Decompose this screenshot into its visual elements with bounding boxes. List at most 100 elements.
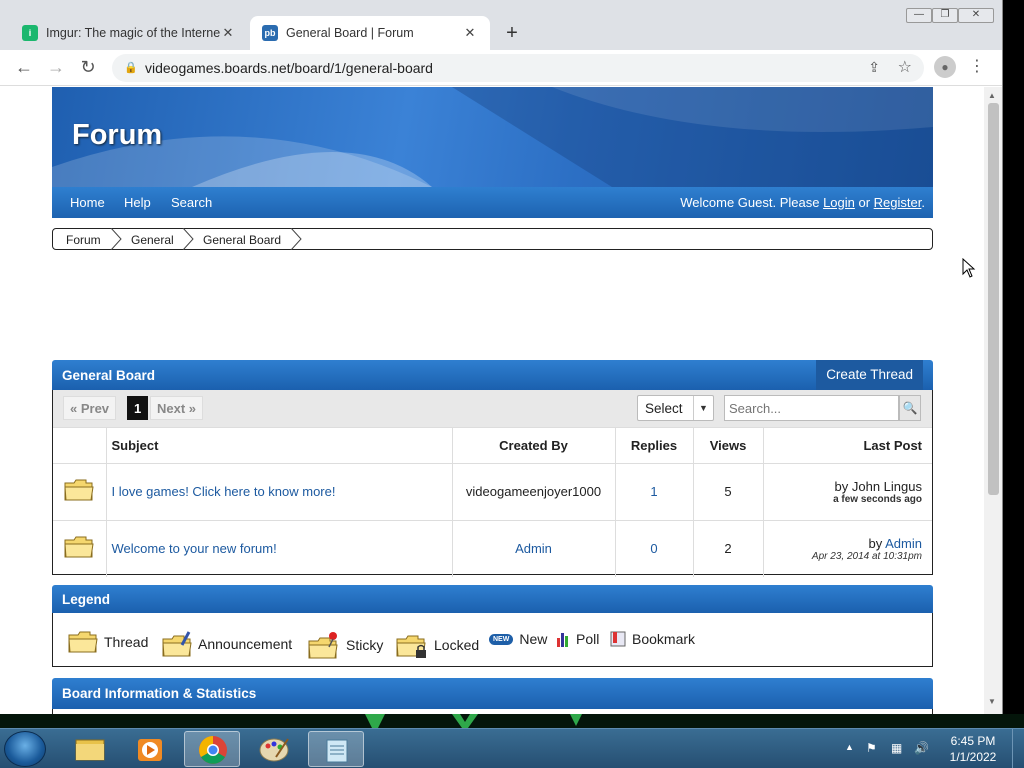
replies-cell: 1 [615,463,694,521]
new-tab-button[interactable]: + [500,22,524,46]
legend-item-locked: Locked [396,631,479,659]
start-button[interactable] [4,731,46,767]
browser-window: i Imgur: The magic of the Internet ✕ pb … [0,0,1003,714]
tab-strip: i Imgur: The magic of the Internet ✕ pb … [0,0,1002,50]
next-page-button[interactable]: Next » [150,396,204,420]
taskbar-media-player[interactable] [122,731,178,767]
taskbar-chrome[interactable] [184,731,240,767]
breadcrumb-general[interactable]: General [131,233,174,247]
board-container: « Prev 1 Next » Select ▼ 🔍 Subject Creat… [52,390,933,577]
breadcrumb-forum[interactable]: Forum [66,233,101,247]
welcome-or: or [854,195,874,210]
tab-general-board[interactable]: pb General Board | Forum ✕ [250,16,490,50]
select-value: Select [645,401,683,416]
breadcrumb-separator-icon [182,228,194,250]
legend-item-thread: Thread [68,631,148,653]
bookmark-icon [610,631,626,647]
scroll-thumb[interactable] [988,103,999,495]
notepad-icon [326,739,348,763]
browser-menu-icon[interactable]: ⋮ [969,56,985,76]
address-bar[interactable]: 🔒 videogames.boards.net/board/1/general-… [112,54,924,82]
breadcrumb-general-board[interactable]: General Board [203,233,281,247]
minimize-button[interactable]: — [906,8,932,23]
action-center-icon[interactable]: ⚑ [866,741,877,755]
show-hidden-icons-icon[interactable]: ▲ [845,742,854,752]
browser-toolbar: ← → ↻ 🔒 videogames.boards.net/board/1/ge… [0,50,1002,86]
last-post-time[interactable]: a few seconds ago [764,494,922,505]
back-button[interactable]: ← [14,58,34,78]
page-scrollbar[interactable]: ▲ ▼ [984,87,1002,714]
thread-author[interactable]: Admin [515,541,552,556]
desktop-wallpaper-graphic [365,714,582,728]
thread-folder-icon [68,631,98,653]
taskbar-clock[interactable]: 6:45 PM 1/1/2022 [938,733,1008,765]
legend-label: Announcement [198,636,293,652]
tab-title: Imgur: The magic of the Internet [46,26,220,40]
create-thread-button[interactable]: Create Thread [816,360,923,390]
network-icon[interactable]: ▦ [891,741,902,755]
legend-label: Thread [104,634,149,650]
views-column-header: Views [693,428,764,464]
legend-item-poll: Poll [556,631,599,647]
created-by-column-header: Created By [452,428,616,464]
profile-icon[interactable]: ● [934,56,956,78]
nav-home-link[interactable]: Home [70,195,105,210]
forum-title: Forum [72,119,163,151]
close-window-button[interactable]: ✕ [958,8,994,23]
last-post-cell: by John Lingus a few seconds ago [763,463,932,521]
legend-label: Bookmark [632,631,696,647]
thread-author[interactable]: videogameenjoyer1000 [466,484,601,499]
search-icon[interactable]: 🔍 [899,395,921,421]
legend-header: Legend [52,585,933,613]
board-title: General Board [62,368,156,383]
thread-subject-cell: I love games! Click here to know more! [106,463,453,521]
created-by-cell: videogameenjoyer1000 [452,463,616,521]
share-icon[interactable]: ⇪ [868,59,880,76]
last-post-user[interactable]: John Lingus [852,479,922,494]
login-link[interactable]: Login [823,195,855,210]
welcome-suffix: . [921,195,925,210]
legend-item-announcement: Announcement [162,631,292,657]
reload-button[interactable]: ↻ [78,58,98,78]
thread-subject-link[interactable]: I love games! Click here to know more! [112,484,336,499]
thread-subject-link[interactable]: Welcome to your new forum! [112,541,277,556]
last-post-user[interactable]: Admin [885,536,922,551]
select-dropdown[interactable]: Select ▼ [637,395,714,421]
replies-count[interactable]: 0 [650,541,657,556]
maximize-button[interactable]: ❐ [932,8,958,23]
register-link[interactable]: Register [874,195,922,210]
last-post-time[interactable]: Apr 23, 2014 at 10:31pm [764,551,922,562]
windows-taskbar: ▲ ⚑ ▦ 🔊 6:45 PM 1/1/2022 [0,728,1024,768]
current-page[interactable]: 1 [127,396,149,420]
nav-help-link[interactable]: Help [124,195,151,210]
show-desktop-button[interactable] [1012,729,1024,768]
scroll-up-icon[interactable]: ▲ [988,91,996,100]
table-header-row: Subject Created By Replies Views Last Po… [53,428,932,464]
replies-cell: 0 [615,520,694,577]
scroll-down-icon[interactable]: ▼ [988,697,996,706]
stats-title: Board Information & Statistics [62,686,257,701]
tab-title: General Board | Forum [286,26,414,40]
tab-imgur[interactable]: i Imgur: The magic of the Internet ✕ [10,16,248,50]
board-search-input[interactable] [724,395,899,421]
prev-page-button[interactable]: « Prev [63,396,117,420]
taskbar-paint[interactable] [246,731,302,767]
announcement-folder-icon [162,631,192,657]
forward-button[interactable]: → [46,58,66,78]
replies-count[interactable]: 1 [650,484,657,499]
close-tab-icon[interactable]: ✕ [220,25,236,41]
legend-container: Thread Announcement Sticky Locked NEW Ne… [52,613,933,667]
legend-item-bookmark: Bookmark [610,631,695,647]
bookmark-star-icon[interactable]: ☆ [898,57,912,77]
legend-label: Locked [434,637,480,653]
threads-table: Subject Created By Replies Views Last Po… [53,428,932,577]
folder-icon [64,536,94,558]
breadcrumb: Forum General General Board [52,228,933,250]
volume-icon[interactable]: 🔊 [914,741,929,755]
nav-search-link[interactable]: Search [171,195,212,210]
clock-time: 6:45 PM [950,734,996,748]
taskbar-notepad[interactable] [308,731,364,767]
close-tab-icon[interactable]: ✕ [462,25,478,41]
board-header: General Board Create Thread [52,360,933,390]
taskbar-explorer[interactable] [62,731,118,767]
